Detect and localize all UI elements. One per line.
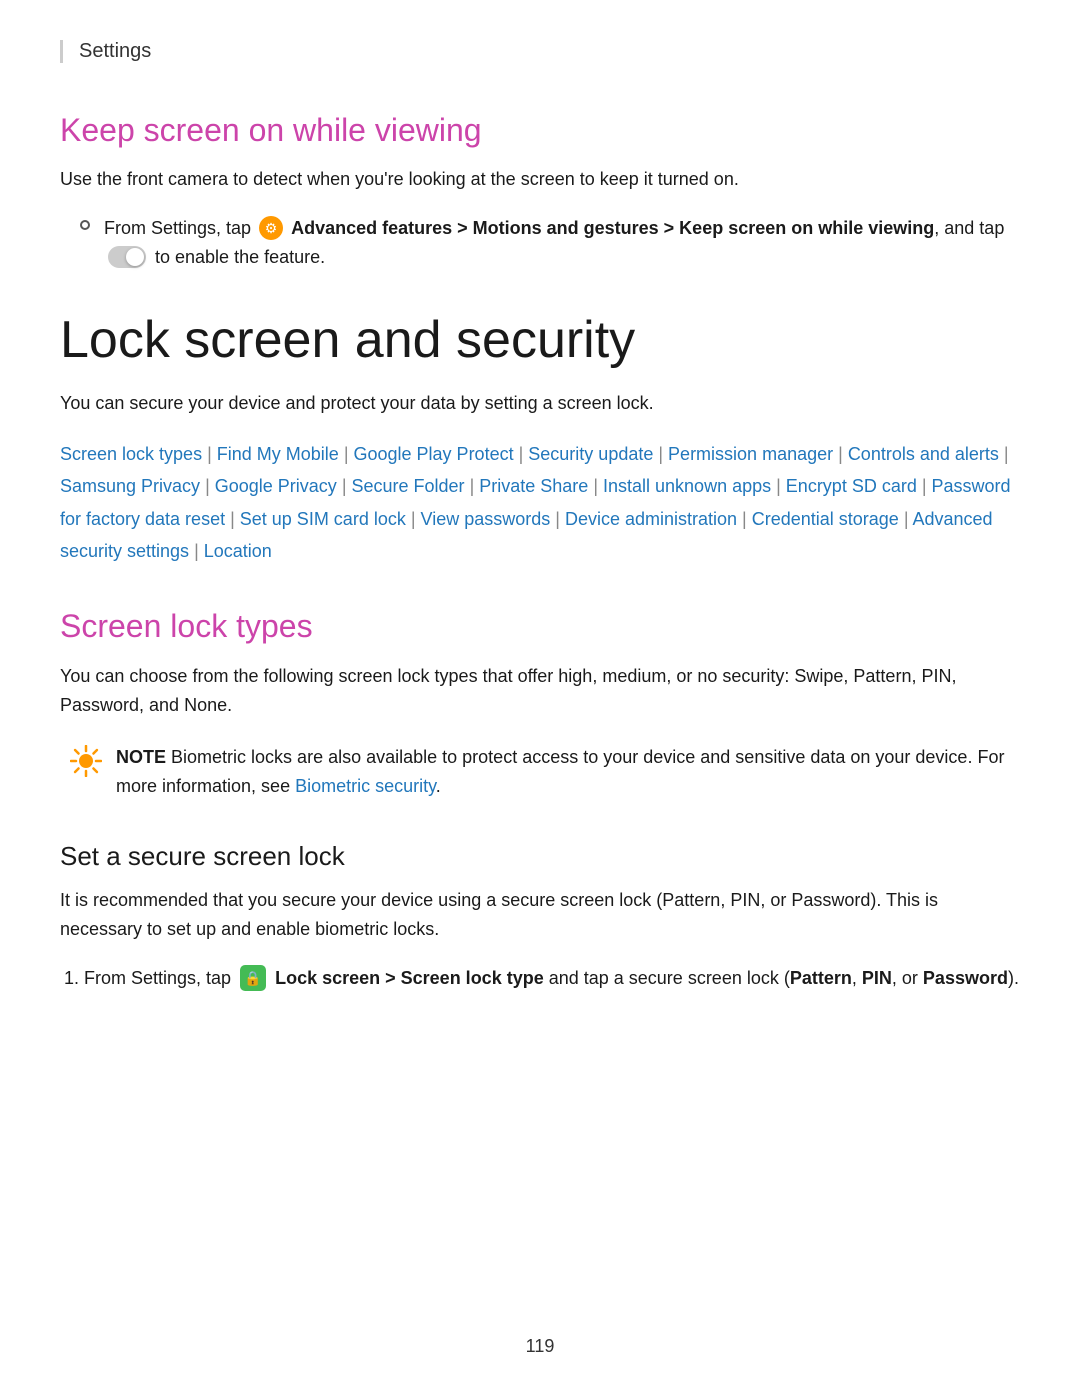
- note-sun-icon: [70, 745, 102, 777]
- link-view-passwords[interactable]: View passwords: [421, 509, 551, 529]
- sep3: |: [514, 444, 529, 464]
- sep14: |: [406, 509, 421, 529]
- sep8: |: [337, 476, 352, 496]
- secure-screen-lock-section: Set a secure screen lock It is recommend…: [60, 841, 1020, 992]
- link-samsung-privacy[interactable]: Samsung Privacy: [60, 476, 200, 496]
- keep-screen-section: Keep screen on while viewing Use the fro…: [60, 111, 1020, 272]
- link-google-play-protect[interactable]: Google Play Protect: [354, 444, 514, 464]
- lock-screen-icon: [240, 965, 266, 991]
- link-permission-manager[interactable]: Permission manager: [668, 444, 833, 464]
- keep-screen-heading: Keep screen on while viewing: [60, 111, 1020, 149]
- note-period: .: [436, 776, 441, 796]
- note-content: NOTE Biometric locks are also available …: [116, 743, 1020, 801]
- lock-screen-section: Lock screen and security You can secure …: [60, 312, 1020, 568]
- breadcrumb: Settings: [60, 40, 1020, 63]
- keep-screen-bullet: From Settings, tap Advanced features > M…: [60, 214, 1020, 272]
- sep1: |: [202, 444, 217, 464]
- sep9: |: [465, 476, 480, 496]
- screen-lock-types-heading: Screen lock types: [60, 607, 1020, 645]
- link-install-unknown-apps[interactable]: Install unknown apps: [603, 476, 771, 496]
- advanced-features-bold: Advanced features > Motions and gestures…: [291, 218, 934, 238]
- keep-screen-body: Use the front camera to detect when you'…: [60, 165, 1020, 194]
- link-secure-folder[interactable]: Secure Folder: [352, 476, 465, 496]
- bullet-circle-icon: [80, 220, 90, 230]
- breadcrumb-label: Settings: [79, 40, 151, 62]
- sep15: |: [550, 509, 565, 529]
- link-security-update[interactable]: Security update: [528, 444, 653, 464]
- steps-list: From Settings, tap Lock screen > Screen …: [60, 964, 1020, 993]
- sep10: |: [588, 476, 603, 496]
- link-credential-storage[interactable]: Credential storage: [752, 509, 899, 529]
- screen-lock-types-section: Screen lock types You can choose from th…: [60, 607, 1020, 801]
- lock-screen-body: You can secure your device and protect y…: [60, 389, 1020, 418]
- step1-bold: Lock screen > Screen lock type: [275, 968, 544, 988]
- link-find-my-mobile[interactable]: Find My Mobile: [217, 444, 339, 464]
- keep-screen-bullet-content: From Settings, tap Advanced features > M…: [104, 214, 1020, 272]
- toggle-switch-icon: [108, 246, 146, 268]
- sep7: |: [200, 476, 215, 496]
- note-box: NOTE Biometric locks are also available …: [60, 743, 1020, 801]
- link-device-administration[interactable]: Device administration: [565, 509, 737, 529]
- sep4: |: [653, 444, 668, 464]
- links-block: Screen lock types | Find My Mobile | Goo…: [60, 438, 1020, 568]
- sep6: |: [999, 444, 1009, 464]
- link-private-share[interactable]: Private Share: [479, 476, 588, 496]
- sep2: |: [339, 444, 354, 464]
- secure-screen-lock-heading: Set a secure screen lock: [60, 841, 1020, 872]
- sep18: |: [189, 541, 204, 561]
- lock-screen-heading: Lock screen and security: [60, 312, 1020, 369]
- secure-screen-lock-body: It is recommended that you secure your d…: [60, 886, 1020, 944]
- link-controls-alerts[interactable]: Controls and alerts: [848, 444, 999, 464]
- link-biometric-security[interactable]: Biometric security: [295, 776, 436, 796]
- link-location[interactable]: Location: [204, 541, 272, 561]
- sep12: |: [917, 476, 932, 496]
- step-1: From Settings, tap Lock screen > Screen …: [84, 964, 1020, 993]
- link-sim-card-lock[interactable]: Set up SIM card lock: [240, 509, 406, 529]
- sep13: |: [225, 509, 240, 529]
- link-screen-lock-types[interactable]: Screen lock types: [60, 444, 202, 464]
- sep5: |: [833, 444, 848, 464]
- note-label: NOTE: [116, 747, 166, 767]
- pattern-bold: Pattern: [790, 968, 852, 988]
- sep11: |: [771, 476, 786, 496]
- sep16: |: [737, 509, 752, 529]
- sep17: |: [899, 509, 913, 529]
- toggle-knob: [126, 248, 144, 266]
- settings-icon: [259, 216, 283, 240]
- link-google-privacy[interactable]: Google Privacy: [215, 476, 337, 496]
- password-bold: Password: [923, 968, 1008, 988]
- screen-lock-types-body: You can choose from the following screen…: [60, 662, 1020, 720]
- link-encrypt-sd-card[interactable]: Encrypt SD card: [786, 476, 917, 496]
- note-body-text: Biometric locks are also available to pr…: [116, 747, 1004, 796]
- pin-bold: PIN: [862, 968, 892, 988]
- page-number: 119: [0, 1336, 1080, 1357]
